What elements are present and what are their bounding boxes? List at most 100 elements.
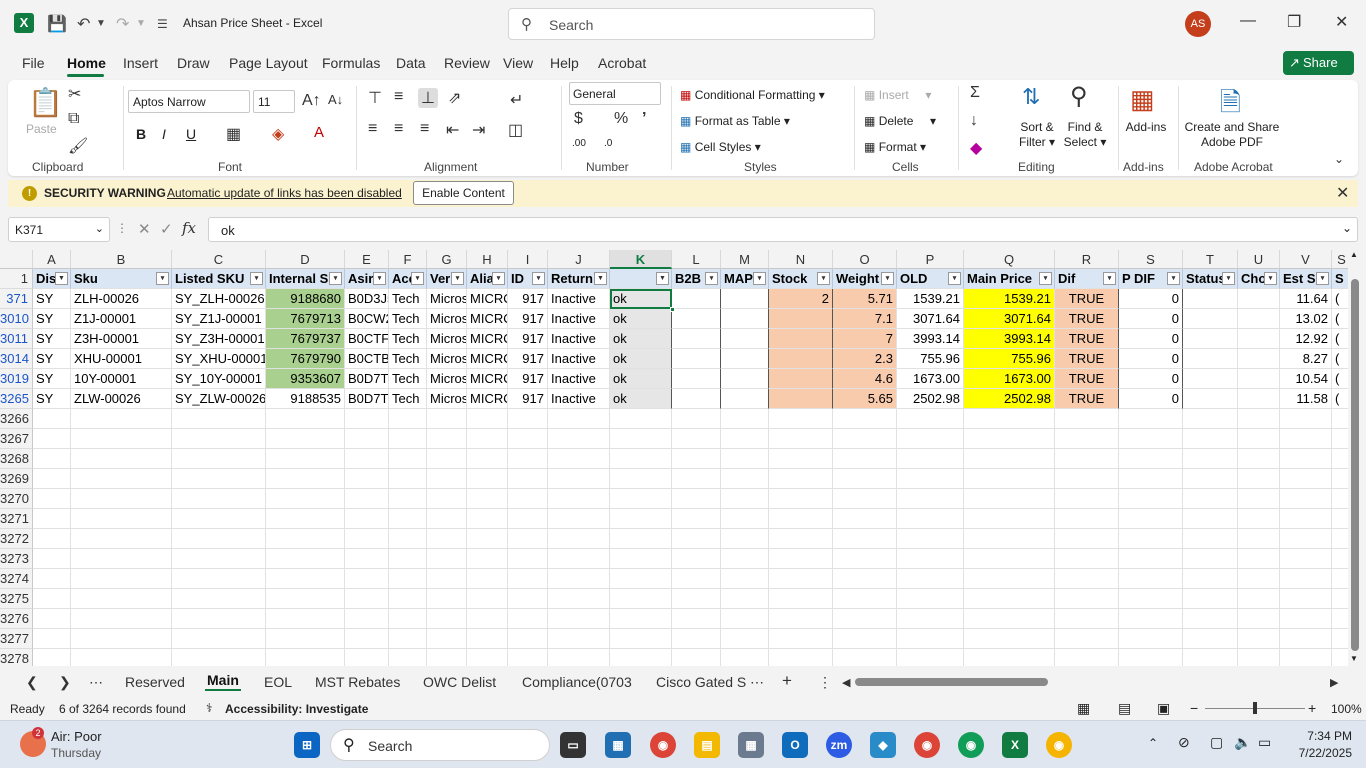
tab-review[interactable]: Review: [444, 55, 490, 71]
close-icon[interactable]: ✕: [1335, 12, 1348, 32]
table-cell[interactable]: 5.65: [833, 389, 897, 409]
copy-icon[interactable]: ⧉: [68, 110, 79, 128]
table-cell[interactable]: (: [1332, 309, 1348, 329]
table-cell[interactable]: MICRO: [467, 389, 508, 409]
table-cell[interactable]: 0: [1119, 309, 1183, 329]
table-cell[interactable]: [1183, 329, 1238, 349]
column-header-s[interactable]: S: [1119, 250, 1183, 269]
delete-cells-button[interactable]: ▦ Delete ▾: [864, 114, 936, 128]
filter-dropdown-icon[interactable]: ▾: [329, 272, 342, 285]
battery-icon[interactable]: ▭: [1258, 734, 1271, 751]
table-cell[interactable]: 7679790: [266, 349, 345, 369]
table-cell[interactable]: Tech: [389, 389, 427, 409]
filter-applied-icon[interactable]: ▼: [656, 272, 669, 285]
table-header-cell[interactable]: Est S ▾: [1280, 269, 1332, 289]
table-cell[interactable]: TRUE: [1055, 389, 1119, 409]
table-header-cell[interactable]: OLD ▾: [897, 269, 964, 289]
table-cell[interactable]: 0: [1119, 349, 1183, 369]
table-header-cell[interactable]: ▼: [610, 269, 672, 289]
row-header[interactable]: 3275: [0, 589, 33, 609]
table-cell[interactable]: MICRO: [467, 289, 508, 309]
row-header[interactable]: 3269: [0, 469, 33, 489]
column-header-e[interactable]: E: [345, 250, 389, 269]
table-cell[interactable]: [672, 309, 721, 329]
table-cell[interactable]: 1673.00: [897, 369, 964, 389]
table-cell[interactable]: SY_Z1J-00001: [172, 309, 266, 329]
row-header[interactable]: 3268: [0, 449, 33, 469]
table-header-cell[interactable]: Ver ▾: [427, 269, 467, 289]
table-cell[interactable]: [721, 369, 769, 389]
autosum-icon[interactable]: Σ: [970, 84, 980, 102]
zoom-in-icon[interactable]: +: [1308, 700, 1316, 716]
font-size-select[interactable]: 11: [253, 90, 295, 113]
insert-function-icon[interactable]: fx: [182, 219, 196, 237]
table-cell[interactable]: Micros: [427, 389, 467, 409]
table-cell[interactable]: Tech: [389, 309, 427, 329]
table-cell[interactable]: [721, 389, 769, 409]
column-header-g[interactable]: G: [427, 250, 467, 269]
underline-icon[interactable]: U: [186, 126, 196, 142]
row-header[interactable]: 371: [0, 289, 33, 309]
table-cell[interactable]: 2: [769, 289, 833, 309]
filter-dropdown-icon[interactable]: ▾: [156, 272, 169, 285]
table-cell[interactable]: (: [1332, 389, 1348, 409]
column-header-l[interactable]: L: [672, 250, 721, 269]
collapse-ribbon-icon[interactable]: ⌄: [1334, 152, 1344, 166]
row-header[interactable]: 3272: [0, 529, 33, 549]
percent-icon[interactable]: %: [614, 110, 628, 128]
table-header-cell[interactable]: Alia ▾: [467, 269, 508, 289]
table-cell[interactable]: [672, 349, 721, 369]
table-cell[interactable]: Tech: [389, 349, 427, 369]
zoom-slider-thumb[interactable]: [1253, 702, 1257, 714]
filter-dropdown-icon[interactable]: ▾: [1039, 272, 1052, 285]
table-cell[interactable]: 10Y-00001: [71, 369, 172, 389]
table-cell[interactable]: [672, 389, 721, 409]
table-cell[interactable]: ok: [610, 369, 672, 389]
filter-dropdown-icon[interactable]: ▾: [1316, 272, 1329, 285]
decrease-font-icon[interactable]: A↓: [328, 92, 343, 107]
table-cell[interactable]: [1238, 369, 1280, 389]
table-cell[interactable]: [721, 349, 769, 369]
sort-filter-button[interactable]: Sort & Filter ▾: [1014, 120, 1060, 150]
filter-dropdown-icon[interactable]: ▾: [532, 272, 545, 285]
scroll-left-icon[interactable]: ◀: [842, 676, 850, 689]
table-cell[interactable]: 8.27: [1280, 349, 1332, 369]
enter-icon[interactable]: ✓: [160, 220, 173, 238]
filter-dropdown-icon[interactable]: ▾: [250, 272, 263, 285]
horizontal-scroll-thumb[interactable]: [855, 678, 1048, 686]
column-header-f[interactable]: F: [389, 250, 427, 269]
font-name-select[interactable]: Aptos Narrow: [128, 90, 250, 113]
clear-icon[interactable]: ◆: [970, 138, 982, 158]
table-cell[interactable]: 11.58: [1280, 389, 1332, 409]
currency-icon[interactable]: $: [574, 110, 583, 128]
table-cell[interactable]: [1238, 289, 1280, 309]
table-cell[interactable]: [1183, 369, 1238, 389]
table-cell[interactable]: [721, 309, 769, 329]
row-header[interactable]: 3277: [0, 629, 33, 649]
table-header-cell[interactable]: Status ▾: [1183, 269, 1238, 289]
table-header-cell[interactable]: Cho ▾: [1238, 269, 1280, 289]
font-color-icon[interactable]: A: [314, 124, 324, 141]
table-header-cell[interactable]: Main Price ▾: [964, 269, 1055, 289]
find-select-button[interactable]: Find & Select ▾: [1060, 120, 1110, 150]
table-header-cell[interactable]: Dif ▾: [1055, 269, 1119, 289]
minimize-icon[interactable]: —: [1240, 12, 1256, 30]
orientation-icon[interactable]: ⇗: [448, 88, 461, 108]
table-cell[interactable]: Micros: [427, 289, 467, 309]
zoom-level[interactable]: 100%: [1331, 702, 1362, 716]
table-cell[interactable]: TRUE: [1055, 369, 1119, 389]
increase-indent-icon[interactable]: ⇥: [472, 120, 485, 140]
decrease-decimal-icon[interactable]: .0: [604, 138, 612, 149]
sheet-tab-eol[interactable]: EOL: [264, 674, 292, 690]
table-cell[interactable]: SY: [33, 349, 71, 369]
row-header[interactable]: 3274: [0, 569, 33, 589]
table-cell[interactable]: SY: [33, 329, 71, 349]
task-view-icon[interactable]: ▭: [560, 732, 586, 758]
column-header-r[interactable]: R: [1055, 250, 1119, 269]
file-explorer-icon[interactable]: ▤: [694, 732, 720, 758]
table-cell[interactable]: [769, 309, 833, 329]
excel-taskbar-icon[interactable]: X: [1002, 732, 1028, 758]
align-center-icon[interactable]: ≡: [394, 120, 403, 138]
customize-toolbar-icon[interactable]: ☰: [157, 17, 168, 31]
table-cell[interactable]: (: [1332, 289, 1348, 309]
